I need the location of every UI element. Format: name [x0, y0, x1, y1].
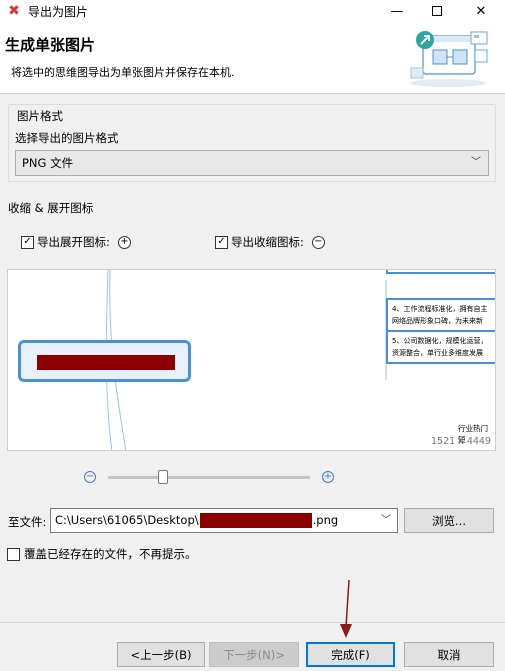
export-image-illustration-icon — [410, 31, 488, 87]
overwrite-label: 覆盖已经存在的文件，不再提示。 — [24, 547, 197, 561]
file-path-input[interactable]: C:\Users\61065\Desktop\ .png ﹀ — [50, 508, 398, 533]
node-text: 网络品牌形象口碑，为未来新 — [392, 317, 483, 325]
page-subtitle: 将选中的思维图导出为单张图片并保存在本机. — [11, 66, 235, 79]
minimize-button[interactable]: — — [378, 0, 416, 22]
path-suffix: .png — [312, 513, 339, 527]
close-button[interactable]: ✕ — [462, 0, 500, 22]
next-button[interactable]: 下一步(N)> — [209, 642, 299, 667]
page-title: 生成单张图片 — [5, 36, 96, 54]
cancel-button[interactable]: 取消 — [404, 642, 494, 667]
browse-button[interactable]: 浏览... — [404, 508, 494, 533]
image-format-select[interactable]: PNG 文件 ﹀ — [15, 150, 489, 176]
footer-divider — [0, 622, 505, 623]
wizard-header: 生成单张图片 将选中的思维图导出为单张图片并保存在本机. — [0, 22, 505, 94]
redacted-filename — [199, 513, 312, 528]
topic-node-partial — [386, 270, 495, 274]
zoom-out-icon[interactable]: − — [84, 471, 96, 483]
chevron-down-icon[interactable]: ﹀ — [381, 509, 391, 532]
image-preview[interactable]: 4、工作流程标准化，拥有自主 网络品牌形象口碑，为未来新 5、公司数据化，规模化… — [7, 269, 496, 451]
finish-button[interactable]: 完成(F) — [306, 642, 395, 667]
window-title: 导出为图片 — [28, 4, 89, 19]
maximize-icon — [432, 6, 442, 16]
plus-circle-icon: + — [117, 235, 131, 249]
export-collapse-checkbox[interactable]: ✓ — [215, 235, 228, 249]
export-collapse-label: 导出收缩图标: — [231, 235, 304, 249]
zoom-slider-thumb[interactable] — [158, 470, 168, 484]
chevron-down-icon: ﹀ — [471, 157, 481, 168]
path-prefix: C:\Users\61065\Desktop\ — [55, 513, 199, 527]
format-select-label: 选择导出的图片格式 — [15, 131, 119, 145]
central-topic-node — [18, 340, 191, 382]
node-text: 5、公司数据化，规模化运营， — [392, 337, 488, 345]
node-text: 4、工作流程标准化，拥有自主 — [392, 305, 488, 313]
overwrite-row: 覆盖已经存在的文件，不再提示。 — [7, 546, 197, 562]
topic-node-5: 5、公司数据化，规模化运营， 资源整合，单行业多维度发展 — [386, 330, 495, 364]
collapse-expand-label: 收缩 & 展开图标 — [8, 201, 94, 215]
overwrite-checkbox[interactable] — [7, 547, 20, 561]
format-group-legend: 图片格式 — [17, 109, 63, 123]
file-label: 至文件: — [8, 515, 47, 529]
image-format-value: PNG 文件 — [22, 156, 74, 170]
minus-circle-icon: − — [311, 235, 325, 249]
zoom-in-icon[interactable]: + — [322, 471, 334, 483]
node-text: 资源整合，单行业多维度发展 — [392, 349, 483, 357]
zoom-slider-track[interactable] — [108, 476, 310, 479]
previous-button[interactable]: <上一步(B) — [117, 642, 205, 667]
topic-node-4: 4、工作流程标准化，拥有自主 网络品牌形象口碑，为未来新 — [386, 298, 495, 332]
export-expand-checkbox[interactable]: ✓ — [21, 235, 34, 249]
export-expand-row: ✓ 导出展开图标: + — [21, 234, 131, 250]
image-dimensions: 1521 x 4449 — [430, 436, 491, 447]
xmind-logo-icon: ✖ — [8, 3, 20, 19]
redacted-text — [37, 355, 175, 370]
title-bar: ✖ 导出为图片 — ✕ — [0, 0, 505, 22]
export-expand-label: 导出展开图标: — [37, 235, 110, 249]
image-format-group: 图片格式 选择导出的图片格式 PNG 文件 ﹀ — [8, 104, 496, 182]
maximize-button[interactable] — [418, 0, 456, 22]
export-collapse-row: ✓ 导出收缩图标: − — [215, 234, 325, 250]
